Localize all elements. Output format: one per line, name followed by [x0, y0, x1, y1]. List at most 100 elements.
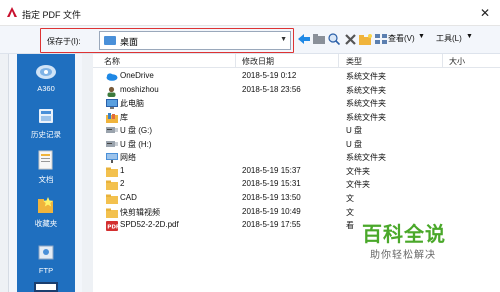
file-name: CAD: [120, 192, 137, 202]
location-value: 桌面: [120, 37, 139, 47]
watermark-logo: 百科全说: [362, 224, 446, 246]
tools-dropdown-icon[interactable]: ▼: [466, 33, 473, 40]
file-type: 系统文件夹: [346, 153, 386, 163]
file-row[interactable]: CAD 2018-5-19 13:50 文: [93, 192, 500, 205]
file-row[interactable]: 网络 系统文件夹: [93, 151, 500, 164]
file-name: 2: [120, 179, 125, 189]
place-a360[interactable]: A360: [17, 62, 75, 93]
file-modified: 2018-5-18 23:56: [242, 84, 301, 94]
svg-text:PDF: PDF: [107, 225, 118, 231]
ftp-icon: [38, 245, 54, 260]
file-type: 文件夹: [346, 180, 370, 190]
file-modified: 2018-5-19 10:49: [242, 206, 301, 216]
desktop-folder-icon: [104, 36, 116, 45]
file-name: OneDrive: [120, 71, 154, 80]
file-row[interactable]: 1 2018-5-19 15:37 文件夹: [93, 165, 500, 178]
file-type: 系统文件夹: [346, 72, 386, 81]
file-row[interactable]: U 盘 (H:) U 盘: [93, 138, 500, 151]
place-label: A360: [37, 84, 55, 93]
file-modified: 2018-5-19 0:12: [242, 71, 297, 80]
column-type-header[interactable]: 类型: [346, 56, 362, 67]
file-name: 库: [120, 112, 128, 122]
place-ftp[interactable]: FTP: [17, 244, 75, 275]
file-modified: 2018-5-19 13:50: [242, 192, 301, 202]
desktop-icon: [34, 282, 58, 292]
folder-icon: [106, 194, 118, 204]
toolbar: 保存于(I): 桌面 ▼ 查看(V) ▼ 工具(L) ▼: [0, 26, 500, 54]
pdf-icon: PDF: [106, 221, 120, 232]
window-title: 指定 PDF 文件: [22, 10, 82, 20]
file-name: SPD52-2-2D.pdf: [120, 220, 179, 230]
computer-icon: [106, 99, 118, 110]
watermark: 百科全说 助你轻松解决: [362, 216, 500, 274]
place-label: FTP: [38, 266, 54, 275]
favorites-icon: [38, 197, 53, 213]
place-history[interactable]: 历史记录: [17, 107, 75, 140]
file-row[interactable]: 库 系统文件夹: [93, 111, 500, 124]
network-icon: [106, 153, 118, 164]
view-menu-label[interactable]: 查看(V): [388, 33, 415, 44]
title-bar: 指定 PDF 文件 ✕: [0, 0, 500, 26]
file-row[interactable]: U 盘 (G:) U 盘: [93, 124, 500, 137]
file-modified: 2018-5-19 15:31: [242, 179, 301, 189]
onedrive-icon: [106, 72, 118, 81]
delete-icon[interactable]: [343, 32, 357, 46]
folder-icon: [106, 208, 118, 218]
column-size-header[interactable]: 大小: [449, 56, 465, 67]
file-type: 系统文件夹: [346, 85, 386, 95]
sidebar-right-scrollbar[interactable]: [82, 54, 93, 292]
file-name: moshizhou: [120, 84, 159, 94]
file-type: 看: [346, 221, 354, 231]
place-label: 收藏夹: [34, 219, 58, 228]
usb-drive-icon: [106, 140, 118, 149]
file-row[interactable]: OneDrive 2018-5-19 0:12 系统文件夹: [93, 70, 500, 83]
up-folder-icon[interactable]: [312, 32, 326, 46]
file-type: 文: [346, 193, 354, 203]
usb-drive-icon: [106, 126, 118, 135]
column-divider[interactable]: [442, 54, 443, 68]
save-in-label: 保存于(I):: [47, 37, 81, 46]
file-modified: 2018-5-19 17:55: [242, 220, 301, 230]
column-divider[interactable]: [338, 54, 339, 68]
back-arrow-icon[interactable]: [297, 32, 311, 46]
column-header-row: 名称 修改日期 类型 大小: [93, 54, 500, 68]
place-desktop-partial[interactable]: [17, 282, 75, 292]
save-in-group: 保存于(I): 桌面 ▼: [40, 28, 294, 53]
file-row[interactable]: moshizhou 2018-5-18 23:56 系统文件夹: [93, 84, 500, 97]
file-name: U 盘 (H:): [120, 139, 152, 149]
column-name-header[interactable]: 名称: [104, 56, 120, 67]
file-type: 系统文件夹: [346, 112, 386, 122]
column-modified-header[interactable]: 修改日期: [242, 56, 274, 67]
places-sidebar: A360 历史记录 文档 收藏夹 FTP: [0, 54, 93, 292]
place-label: 文档: [38, 175, 54, 184]
place-favorites[interactable]: 收藏夹: [17, 196, 75, 229]
places-bar: A360 历史记录 文档 收藏夹 FTP: [17, 54, 75, 292]
location-dropdown[interactable]: 桌面 ▼: [99, 31, 291, 50]
file-modified: 2018-5-19 15:37: [242, 165, 301, 175]
place-label: 历史记录: [31, 130, 61, 139]
file-name: 网络: [120, 153, 136, 163]
file-type: 系统文件夹: [346, 99, 386, 109]
view-dropdown-icon[interactable]: ▼: [418, 33, 425, 40]
chevron-down-icon: ▼: [280, 36, 287, 43]
folder-icon: [106, 167, 118, 177]
close-icon[interactable]: ✕: [474, 3, 496, 23]
file-name: 此电脑: [120, 99, 144, 109]
search-web-icon[interactable]: [327, 32, 341, 46]
file-type: 文: [346, 207, 354, 217]
sidebar-scrollbar[interactable]: [0, 54, 9, 292]
view-menu-icon[interactable]: [374, 32, 388, 46]
file-type: U 盘: [346, 126, 362, 136]
file-row[interactable]: 此电脑 系统文件夹: [93, 97, 500, 110]
file-name: 1: [120, 165, 125, 175]
file-name: 快剪辑视频: [120, 207, 160, 217]
file-row[interactable]: 2 2018-5-19 15:31 文件夹: [93, 178, 500, 191]
history-icon: [39, 109, 53, 123]
tools-menu-label[interactable]: 工具(L): [436, 33, 462, 44]
file-type: 文件夹: [346, 166, 370, 176]
file-type: U 盘: [346, 139, 362, 149]
column-divider[interactable]: [235, 54, 236, 68]
new-folder-icon[interactable]: [358, 32, 372, 46]
documents-icon: [38, 150, 53, 170]
place-documents[interactable]: 文档: [17, 150, 75, 185]
